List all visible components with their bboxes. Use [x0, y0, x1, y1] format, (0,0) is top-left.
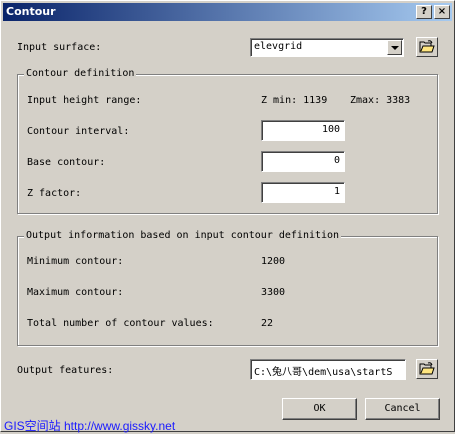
height-range-label: Input height range: — [27, 95, 142, 106]
maximum-contour-value: 3300 — [261, 287, 286, 298]
contour-interval-input[interactable]: 100 — [261, 120, 345, 141]
contour-definition-legend: Contour definition — [24, 68, 137, 79]
minimum-contour-value: 1200 — [261, 256, 286, 267]
output-info-legend: Output information based on input contou… — [24, 230, 342, 241]
total-contours-label: Total number of contour values: — [27, 318, 214, 329]
zmin-value: Z min: 1139 — [261, 95, 328, 106]
output-features-label: Output features: — [17, 365, 114, 376]
input-surface-value: elevgrid — [254, 41, 303, 52]
cancel-button[interactable]: Cancel — [365, 398, 440, 420]
zmax-value: Zmax: 3383 — [350, 95, 411, 106]
window-title: Contour — [6, 5, 56, 18]
z-factor-input[interactable]: 1 — [261, 182, 345, 203]
browse-output-button[interactable] — [416, 359, 438, 379]
base-contour-input[interactable]: 0 — [261, 151, 345, 172]
watermark-text: GIS空间站 http://www.gissky.net — [4, 419, 176, 433]
contour-interval-label: Contour interval: — [27, 126, 130, 137]
base-contour-label: Base contour: — [27, 157, 106, 168]
close-button[interactable]: × — [434, 5, 450, 19]
output-features-input[interactable]: C:\兔八哥\dem\usa\startS — [250, 359, 406, 380]
ok-button[interactable]: OK — [282, 398, 357, 420]
title-bar: Contour ? × — [3, 3, 452, 21]
folder-open-icon — [419, 40, 435, 53]
chevron-down-icon[interactable] — [387, 40, 402, 55]
minimum-contour-label: Minimum contour: — [27, 256, 124, 267]
total-contours-value: 22 — [261, 318, 274, 329]
folder-open-icon — [419, 362, 435, 375]
contour-dialog: Contour ? × Input surface: elevgrid Cont… — [0, 0, 455, 432]
input-surface-select[interactable]: elevgrid — [250, 38, 404, 57]
maximum-contour-label: Maximum contour: — [27, 287, 124, 298]
help-button[interactable]: ? — [416, 5, 432, 19]
browse-input-button[interactable] — [416, 37, 438, 57]
input-surface-label: Input surface: — [17, 42, 102, 53]
z-factor-label: Z factor: — [27, 188, 82, 199]
